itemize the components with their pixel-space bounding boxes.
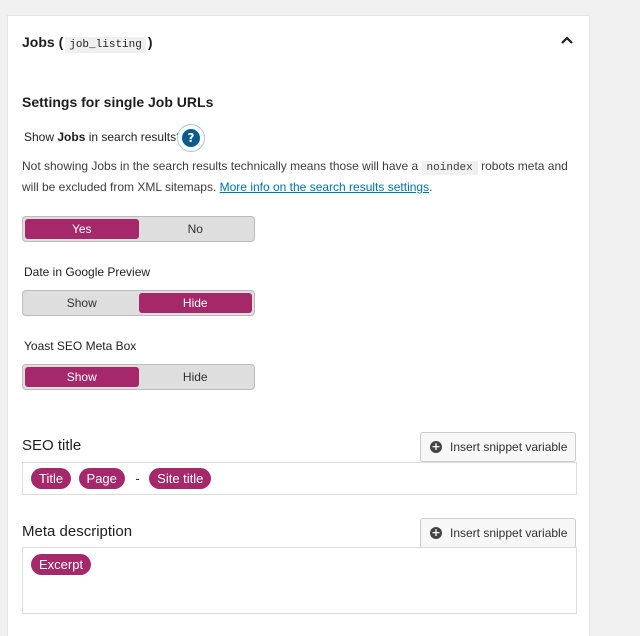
- toggle-yes[interactable]: Yes: [25, 219, 139, 239]
- desc-text-1: Not showing Jobs in the search results t…: [22, 159, 422, 173]
- search-results-description: Not showing Jobs in the search results t…: [22, 157, 582, 197]
- meta-box-toggle[interactable]: Show Hide: [22, 364, 255, 390]
- panel-title[interactable]: Jobs (job_listing): [22, 34, 153, 53]
- help-button[interactable]: ?: [177, 124, 205, 152]
- noindex-code: noindex: [421, 161, 478, 175]
- section-title: Settings for single Job URLs: [22, 94, 214, 110]
- label-pre: Show: [24, 130, 58, 144]
- toggle-show[interactable]: Show: [25, 367, 139, 387]
- insert-snippet-label: Insert snippet variable: [450, 440, 568, 454]
- date-preview-toggle[interactable]: Show Hide: [22, 290, 255, 316]
- date-preview-label: Date in Google Preview: [24, 265, 151, 279]
- meta-box-label: Yoast SEO Meta Box: [24, 339, 137, 353]
- meta-description-editor[interactable]: Excerpt: [22, 547, 577, 614]
- insert-snippet-label: Insert snippet variable: [450, 526, 568, 540]
- panel-title-end: ): [147, 34, 153, 50]
- snippet-variable-site-title[interactable]: Site title: [149, 468, 212, 489]
- separator: -: [135, 471, 140, 486]
- search-results-label: Show Jobs in search results?: [24, 130, 183, 144]
- question-icon: ?: [182, 129, 200, 147]
- desc-end: .: [429, 180, 433, 194]
- plus-icon: +: [430, 526, 442, 539]
- label-post: in search results?: [85, 130, 183, 144]
- seo-title-label: SEO title: [22, 437, 82, 454]
- more-info-link[interactable]: More info on the search results settings: [220, 180, 429, 194]
- toggle-hide[interactable]: Hide: [139, 367, 253, 387]
- snippet-variable-excerpt[interactable]: Excerpt: [31, 554, 92, 575]
- toggle-hide[interactable]: Hide: [138, 293, 252, 313]
- post-type-code: job_listing: [65, 37, 146, 53]
- snippet-variable-title[interactable]: Title: [31, 468, 72, 489]
- insert-snippet-button[interactable]: + Insert snippet variable: [420, 518, 576, 548]
- chevron-up-icon[interactable]: [557, 31, 577, 51]
- label-bold: Jobs: [57, 130, 86, 144]
- panel-title-text: Jobs (: [22, 34, 64, 50]
- seo-title-editor[interactable]: Title Page - Site title: [22, 462, 577, 495]
- toggle-no[interactable]: No: [139, 219, 253, 239]
- meta-description-label: Meta description: [22, 523, 133, 540]
- post-type-panel: Jobs (job_listing) Settings for single J…: [7, 15, 590, 636]
- toggle-show[interactable]: Show: [25, 293, 139, 313]
- plus-icon: +: [430, 440, 442, 453]
- insert-snippet-button[interactable]: + Insert snippet variable: [420, 432, 576, 462]
- search-results-toggle[interactable]: Yes No: [22, 216, 255, 242]
- snippet-variable-page[interactable]: Page: [78, 468, 125, 489]
